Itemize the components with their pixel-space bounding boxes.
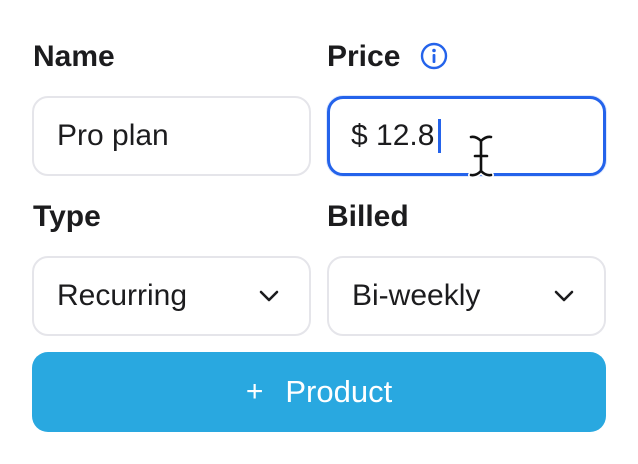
text-cursor-icon [468, 133, 494, 179]
name-label: Name [33, 40, 115, 73]
type-select-value: Recurring [57, 279, 188, 312]
type-label: Type [33, 200, 101, 233]
add-product-label: Product [285, 374, 393, 409]
name-input[interactable]: Pro plan [32, 96, 311, 176]
name-input-value: Pro plan [57, 119, 169, 152]
info-icon[interactable] [419, 41, 449, 71]
plus-icon: + [245, 375, 264, 408]
price-label: Price [327, 40, 401, 73]
billed-select[interactable]: Bi-weekly [327, 256, 606, 336]
add-product-button[interactable]: + Product [32, 352, 606, 432]
billed-label: Billed [327, 200, 409, 233]
billed-select-value: Bi-weekly [352, 279, 481, 312]
chevron-down-icon [259, 290, 279, 302]
product-form: Name Price Pro plan $ 12.8 Type Billed R… [0, 0, 638, 464]
price-input-value: $ 12.8 [351, 119, 435, 152]
chevron-down-icon [554, 290, 574, 302]
text-caret [438, 119, 442, 153]
type-select[interactable]: Recurring [32, 256, 311, 336]
